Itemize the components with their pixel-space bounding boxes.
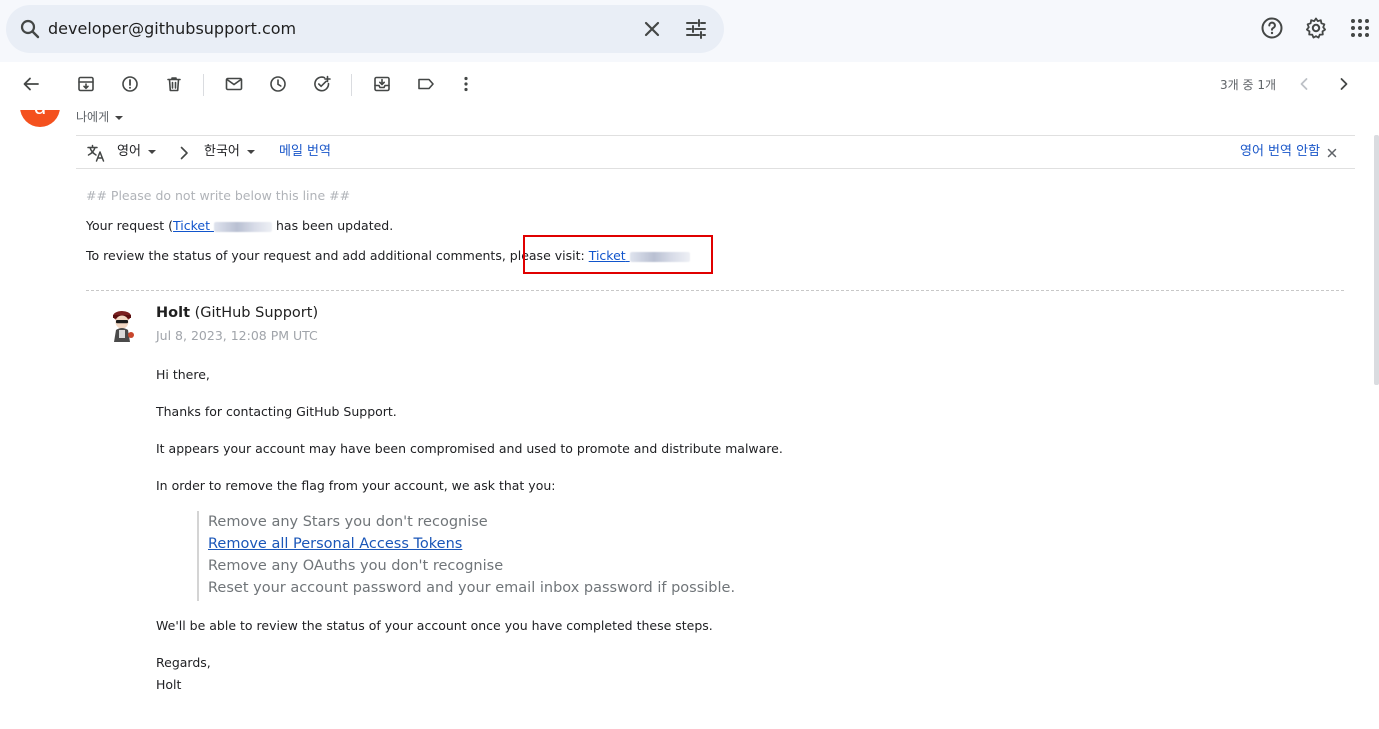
search-icon[interactable] (18, 17, 42, 41)
translate-bar: 영어 한국어 메일 번역 영어 번역 안함 (76, 135, 1355, 169)
request-updated-line: Your request (Ticket has been updated. (86, 218, 393, 233)
mark-unread-icon[interactable] (224, 74, 244, 94)
message-divider (86, 290, 1344, 291)
ticket-link[interactable]: Ticket (173, 218, 272, 233)
reply-notice: ## Please do not write below this line #… (86, 188, 351, 203)
search-box[interactable]: developer@githubsupport.com (6, 5, 724, 53)
step-remove-tokens-link[interactable]: Remove all Personal Access Tokens (208, 536, 462, 552)
author-line: Holt (GitHub Support) (156, 305, 318, 321)
close-icon[interactable] (1327, 148, 1337, 158)
author-org: (GitHub Support) (194, 305, 319, 321)
add-task-icon[interactable] (312, 74, 332, 94)
recipient-dropdown[interactable]: 나에게 (76, 108, 124, 125)
label-icon[interactable] (416, 74, 436, 94)
compromised-line: It appears your account may have been co… (156, 441, 783, 456)
pagination-count: 3개 중 1개 (1220, 78, 1277, 92)
translate-icon (87, 144, 105, 162)
chevron-left-icon[interactable] (1294, 74, 1314, 94)
chevron-right-icon[interactable] (1334, 74, 1354, 94)
thanks-line: Thanks for contacting GitHub Support. (156, 404, 397, 419)
step-remove-oauths: Remove any OAuths you don't recognise (208, 558, 504, 574)
source-language-select[interactable]: 영어 (117, 136, 156, 168)
more-vert-icon[interactable] (456, 74, 476, 94)
message-date: Jul 8, 2023, 12:08 PM UTC (156, 328, 318, 343)
redacted-ticket-number (214, 221, 272, 232)
request-prefix: Your request ( (86, 218, 174, 233)
toolbar-divider (351, 74, 352, 96)
close-icon[interactable] (640, 17, 664, 41)
tune-icon[interactable] (684, 17, 708, 41)
step-remove-stars: Remove any Stars you don't recognise (208, 514, 488, 530)
greeting: Hi there, (156, 367, 210, 382)
scrollbar[interactable] (1374, 135, 1379, 385)
move-to-icon[interactable] (372, 74, 392, 94)
ticket-link-label: Ticket (173, 218, 211, 233)
step-reset-passwords: Reset your account password and your ema… (208, 580, 736, 596)
apps-icon[interactable] (1348, 16, 1372, 40)
message-toolbar: 3개 중 1개 (5, 62, 1379, 110)
back-arrow-icon[interactable] (21, 74, 41, 94)
caret-down-icon (115, 115, 124, 120)
recipient-label: 나에게 (76, 110, 110, 124)
author-name: Holt (156, 305, 190, 321)
support-agent-avatar-icon (113, 311, 134, 342)
signature: Holt (156, 677, 182, 692)
top-bar: developer@githubsupport.com (0, 0, 1379, 62)
request-suffix: has been updated. (275, 218, 394, 233)
settings-icon[interactable] (1304, 16, 1328, 40)
closing-line: We'll be able to review the status of yo… (156, 618, 713, 633)
chevron-right-small-icon (180, 146, 188, 160)
help-icon[interactable] (1260, 16, 1284, 40)
highlight-box (523, 235, 713, 274)
search-input[interactable]: developer@githubsupport.com (48, 5, 296, 53)
snooze-icon[interactable] (268, 74, 288, 94)
archive-icon[interactable] (76, 74, 96, 94)
report-spam-icon[interactable] (120, 74, 140, 94)
dont-translate-link[interactable]: 영어 번역 안함 (1240, 136, 1320, 168)
blockquote-bar (197, 511, 199, 601)
target-language-select[interactable]: 한국어 (204, 136, 255, 168)
translate-message-link[interactable]: 메일 번역 (279, 136, 331, 168)
regards: Regards, (156, 655, 211, 670)
instruction-line: In order to remove the flag from your ac… (156, 478, 556, 493)
review-text: To review the status of your request and… (86, 248, 585, 263)
delete-icon[interactable] (164, 74, 184, 94)
toolbar-divider (203, 74, 204, 96)
